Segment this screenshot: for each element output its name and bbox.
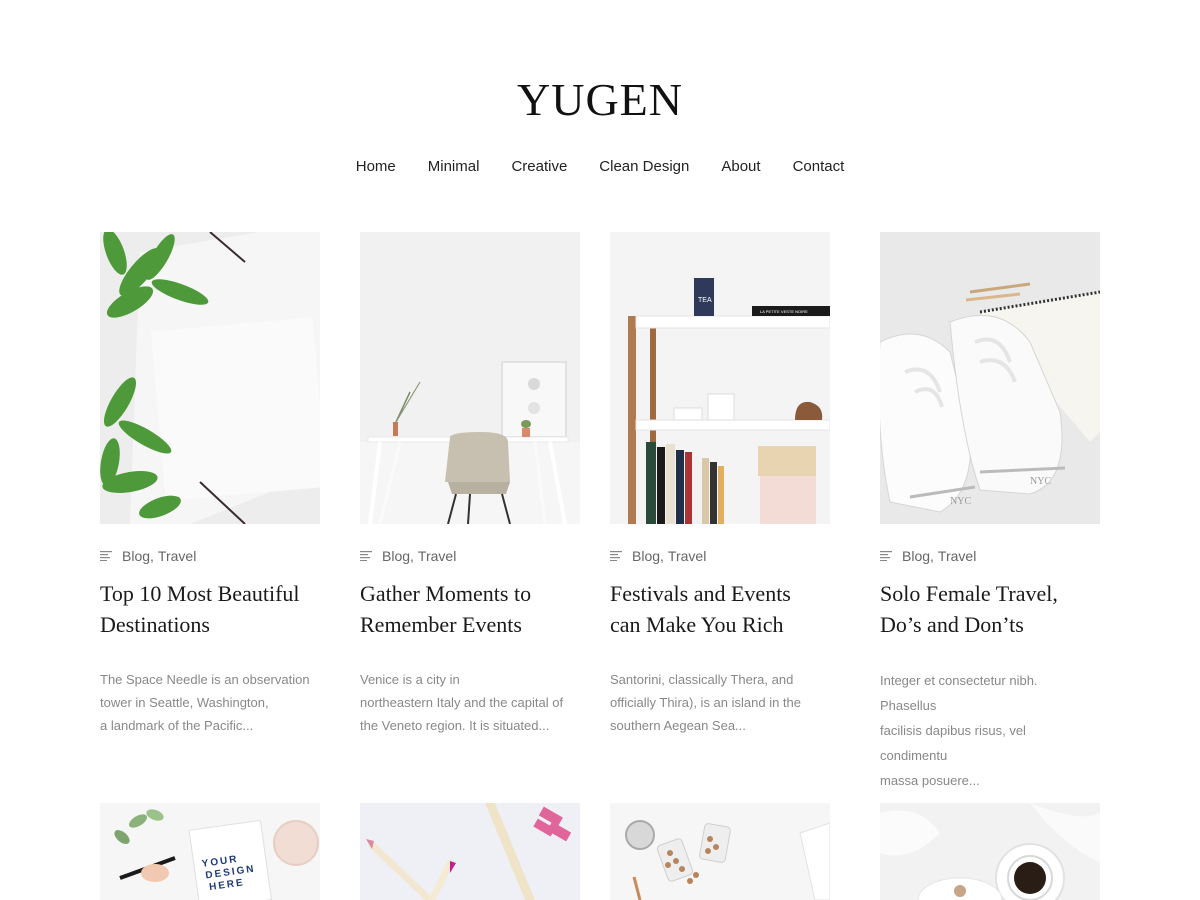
nav-item-about[interactable]: About — [721, 158, 760, 175]
post-title-line: Do’s and Don’ts — [880, 612, 1024, 637]
post-categories: Blog, Travel — [100, 548, 320, 564]
post-title[interactable]: Solo Female Travel, Do’s and Don’ts — [880, 578, 1100, 640]
post-thumbnail-sneakers[interactable]: NYC NYC — [880, 232, 1100, 524]
post-thumbnail-design-mockup[interactable]: YOUR DESIGN HERE — [100, 803, 320, 900]
category-link[interactable]: Blog — [122, 548, 150, 564]
category-link[interactable]: Blog — [382, 548, 410, 564]
site-logo[interactable]: YUGEN — [0, 72, 1200, 128]
post-excerpt: Venice is a city in northeastern Italy a… — [360, 668, 575, 737]
post-excerpt: The Space Needle is an observation tower… — [100, 668, 315, 737]
post-thumbnail-desk-chair[interactable] — [360, 232, 580, 524]
book-label: TEA — [698, 297, 712, 304]
post-title-line: Solo Female Travel, — [880, 581, 1058, 606]
excerpt-line: officially Thira), is an island in the — [610, 695, 802, 710]
excerpt-line: facilisis dapibus risus, vel condimentu — [880, 723, 1026, 763]
category-icon — [610, 551, 622, 561]
post-excerpt: Santorini, classically Thera, and offici… — [610, 668, 825, 737]
category-link[interactable]: Travel — [418, 548, 456, 564]
category-link[interactable]: Blog — [902, 548, 930, 564]
excerpt-line: the Veneto region. It is situated... — [360, 718, 550, 733]
excerpt-line: Venice is a city in — [360, 672, 460, 687]
excerpt-line: Integer et consectetur nibh. Phasellus — [880, 673, 1038, 713]
post-title[interactable]: Top 10 Most Beautiful Destinations — [100, 578, 320, 640]
post-thumbnail-bookshelf[interactable]: TEA LA PETITE VESTE NOIRE — [610, 232, 830, 524]
excerpt-line: southern Aegean Sea... — [610, 718, 746, 733]
shoe-brand-label: NYC — [1030, 476, 1051, 487]
post-title-line: Gather Moments to — [360, 581, 532, 606]
category-link[interactable]: Travel — [938, 548, 976, 564]
post-thumbnail-pencils[interactable] — [360, 803, 580, 900]
post-categories: Blog, Travel — [610, 548, 830, 564]
category-link[interactable]: Travel — [668, 548, 706, 564]
category-link[interactable]: Travel — [158, 548, 196, 564]
nav-item-minimal[interactable]: Minimal — [428, 158, 480, 175]
post-title-line: Destinations — [100, 612, 210, 637]
post-thumbnail-spice-jars[interactable] — [610, 803, 830, 900]
post-categories: Blog, Travel — [360, 548, 580, 564]
excerpt-line: massa posuere... — [880, 773, 980, 788]
post-title-line: Top 10 Most Beautiful — [100, 581, 300, 606]
post-thumbnail-plant-paper[interactable] — [100, 232, 320, 524]
post-title-line: Festivals and Events — [610, 581, 791, 606]
post-categories: Blog, Travel — [880, 548, 1100, 564]
excerpt-line: The Space Needle is an observation — [100, 672, 310, 687]
category-icon — [100, 551, 112, 561]
post-thumbnail-coffee[interactable] — [880, 803, 1100, 900]
post-card: TEA LA PETITE VESTE NOIRE Blog , Travel … — [610, 232, 830, 733]
excerpt-line: Santorini, classically Thera, and — [610, 672, 794, 687]
post-title-line: can Make You Rich — [610, 612, 784, 637]
book2-label: LA PETITE VESTE NOIRE — [760, 309, 808, 314]
nav-item-home[interactable]: Home — [356, 158, 396, 175]
excerpt-line: northeastern Italy and the capital of — [360, 695, 564, 710]
excerpt-line: tower in Seattle, Washington, — [100, 695, 269, 710]
post-title[interactable]: Gather Moments to Remember Events — [360, 578, 580, 640]
nav-item-contact[interactable]: Contact — [793, 158, 845, 175]
nav-item-creative[interactable]: Creative — [511, 158, 567, 175]
post-excerpt: Integer et consectetur nibh. Phasellus f… — [880, 668, 1095, 793]
category-link[interactable]: Blog — [632, 548, 660, 564]
nav-item-clean-design[interactable]: Clean Design — [599, 158, 689, 175]
post-title[interactable]: Festivals and Events can Make You Rich — [610, 578, 830, 640]
post-card: Blog, Travel Gather Moments to Remember … — [360, 232, 580, 733]
post-card: NYC NYC Blog, Travel Solo Female Travel,… — [880, 232, 1100, 788]
post-card: Blog, Travel Top 10 Most Beautiful Desti… — [100, 232, 320, 733]
post-title-line: Remember Events — [360, 612, 522, 637]
excerpt-line: a landmark of the Pacific... — [100, 718, 254, 733]
shoe-brand-label: NYC — [950, 496, 971, 507]
category-icon — [880, 551, 892, 561]
main-navigation: Home Minimal Creative Clean Design About… — [0, 158, 1200, 175]
category-icon — [360, 551, 372, 561]
